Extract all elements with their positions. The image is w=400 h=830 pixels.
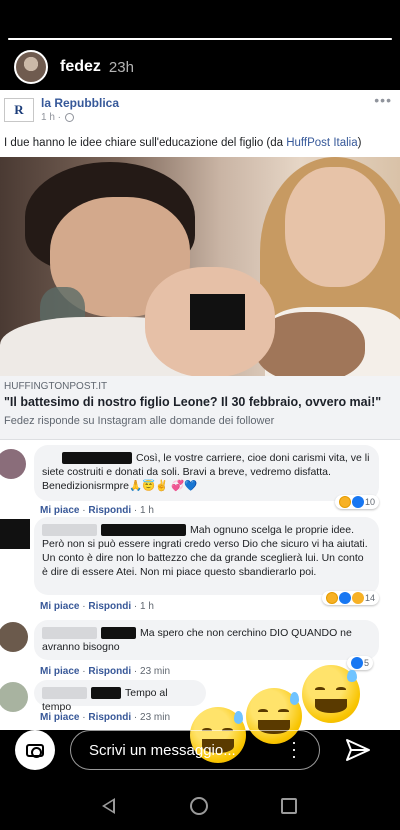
page-logo: R — [4, 98, 34, 122]
redacted-name — [91, 687, 121, 700]
story-header: fedez 23h — [14, 50, 134, 84]
message-input[interactable] — [70, 730, 320, 770]
like-link[interactable]: Mi piace — [40, 712, 79, 723]
comment-actions: Mi piace · Rispondi · 23 min — [40, 666, 171, 677]
comment-bubble: Tempo al tempo — [34, 680, 206, 713]
story-progress-bar — [8, 38, 392, 40]
post-source-link: HuffPost Italia — [286, 137, 358, 149]
reactions: 10 — [335, 495, 380, 509]
censor-box — [190, 294, 245, 330]
link-domain: HUFFINGTONPOST.IT — [4, 381, 108, 392]
like-link[interactable]: Mi piace — [40, 505, 79, 516]
reply-link[interactable]: Rispondi — [88, 712, 131, 723]
home-icon[interactable] — [190, 797, 208, 815]
reactions: 14 — [322, 591, 380, 605]
shared-post-card: R la Repubblica 1 h · ••• I due hanno le… — [0, 90, 400, 730]
redacted-name — [101, 524, 186, 537]
story-username[interactable]: fedez — [60, 58, 101, 76]
avatar — [0, 682, 28, 712]
comment-actions: Mi piace · Rispondi · 1 h — [40, 505, 154, 516]
reply-link[interactable]: Rispondi — [88, 666, 131, 677]
avatar — [0, 449, 26, 479]
grinning-sweat-emoji — [302, 665, 360, 723]
post-meta: 1 h · — [41, 112, 75, 123]
comment-bubble: Così, le vostre carriere, cioe doni cari… — [34, 445, 379, 501]
more-horizontal-icon: ••• — [374, 92, 392, 108]
story-reply-bar: ··· — [0, 730, 400, 770]
post-header: R la Repubblica 1 h · ••• — [0, 90, 400, 128]
send-icon[interactable] — [345, 738, 371, 762]
globe-icon — [65, 113, 75, 122]
camera-icon — [26, 743, 44, 758]
avatar — [0, 519, 30, 549]
redacted-name — [62, 452, 132, 465]
story-avatar[interactable] — [14, 50, 48, 84]
post-text: I due hanno le idee chiare sull'educazio… — [4, 137, 362, 149]
reply-link[interactable]: Rispondi — [88, 601, 131, 612]
redacted-name — [101, 627, 136, 640]
link-title: "Il battesimo di nostro figlio Leone? Il… — [4, 395, 382, 409]
avatar — [0, 622, 28, 652]
reactions: 5 — [347, 656, 374, 670]
system-nav-bar — [0, 780, 400, 830]
reply-link[interactable]: Rispondi — [88, 505, 131, 516]
comment-bubble: Ma spero che non cerchino DIO QUANDO ne … — [34, 620, 379, 660]
post-time: 1 h · — [41, 112, 62, 123]
link-preview: HUFFINGTONPOST.IT "Il battesimo di nostr… — [0, 376, 400, 440]
recents-icon[interactable] — [281, 798, 297, 814]
story-time: 23h — [108, 58, 134, 76]
link-description: Fedez risponde su Instagram alle domande… — [4, 415, 275, 427]
like-link[interactable]: Mi piace — [40, 666, 79, 677]
comment-actions: Mi piace · Rispondi · 23 min — [40, 712, 171, 723]
camera-button[interactable] — [15, 730, 55, 770]
more-vertical-icon[interactable]: · · · — [290, 733, 298, 765]
page-name: la Repubblica — [41, 96, 120, 110]
back-icon[interactable] — [102, 798, 115, 814]
comment-bubble: Mah ognuno scelga le proprie idee. Però … — [34, 517, 379, 595]
comment-actions: Mi piace · Rispondi · 1 h — [40, 601, 154, 612]
like-link[interactable]: Mi piace — [40, 601, 79, 612]
post-photo — [0, 157, 400, 376]
